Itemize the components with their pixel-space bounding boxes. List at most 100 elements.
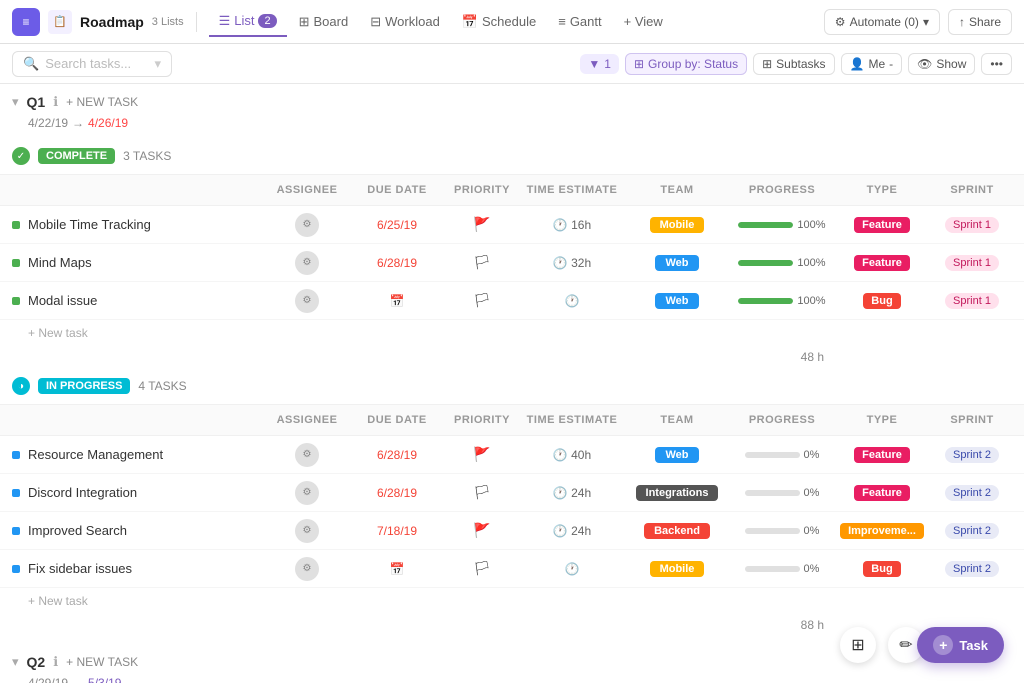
task-due-date: 7/18/19	[352, 524, 442, 538]
task-priority: 🏳	[442, 254, 522, 271]
progress-percent: 0%	[804, 525, 820, 537]
clock-icon: 🕐	[553, 448, 568, 462]
team-badge: Web	[655, 255, 698, 271]
task-progress: 100%	[732, 295, 832, 307]
progress-bar	[745, 452, 800, 458]
main-content: ▾ Q1 ℹ + NEW TASK 4/22/19 → 4/26/19 ✓ CO…	[0, 84, 1024, 683]
task-progress: 0%	[732, 525, 832, 537]
clock-icon: 🕐	[553, 524, 568, 538]
workload-icon: ⊟	[370, 14, 381, 30]
sprint-badge: Sprint 2	[945, 561, 999, 577]
show-icon: 👁	[917, 57, 932, 71]
col-headers-inprogress: ASSIGNEE DUE DATE PRIORITY TIME ESTIMATE…	[0, 404, 1024, 436]
table-row[interactable]: Modal issue ⚙ 📅 🏳 🕐 Web 100% Bug Sprint …	[0, 282, 1024, 320]
me-button[interactable]: 👤 Me -	[841, 53, 903, 75]
quarter-q1-add-task[interactable]: + NEW TASK	[66, 95, 138, 109]
task-name: Fix sidebar issues	[28, 561, 262, 576]
task-name: Modal issue	[28, 293, 262, 308]
me-dash: -	[889, 57, 893, 71]
nav-right: ⚙ Automate (0) ▾ ↑ Share	[824, 9, 1012, 35]
tab-list[interactable]: ☰ List 2	[209, 7, 287, 37]
sprint-badge: Sprint 1	[945, 293, 999, 309]
show-button[interactable]: 👁 Show	[908, 53, 975, 75]
quarter-q1-info-icon[interactable]: ℹ	[53, 94, 58, 110]
table-row[interactable]: Fix sidebar issues ⚙ 📅 🏳 🕐 Mobile 0% Bug…	[0, 550, 1024, 588]
sprint-badge: Sprint 2	[945, 485, 999, 501]
subtasks-button[interactable]: ⊞ Subtasks	[753, 53, 834, 75]
progress-bar	[745, 528, 800, 534]
task-priority: 🚩	[442, 216, 522, 233]
team-badge: Mobile	[650, 561, 705, 577]
add-task-complete[interactable]: + New task	[0, 320, 1024, 346]
automate-button[interactable]: ⚙ Automate (0) ▾	[824, 9, 940, 35]
col-header-team: TEAM	[622, 414, 732, 426]
col-header-type: TYPE	[832, 414, 932, 426]
task-dot	[12, 565, 20, 573]
quarter-q2-add-task[interactable]: + NEW TASK	[66, 655, 138, 669]
col-header-progress: PROGRESS	[732, 414, 832, 426]
automate-icon: ⚙	[835, 15, 846, 29]
tab-gantt[interactable]: ≡ Gantt	[548, 8, 611, 35]
col-header-priority: PRIORITY	[442, 184, 522, 196]
avatar: ⚙	[295, 213, 319, 237]
complete-total: 48 h	[0, 346, 1024, 368]
app-icon: 📋	[48, 10, 72, 34]
avatar: ⚙	[295, 481, 319, 505]
show-label: Show	[936, 57, 966, 71]
toolbar-right: ▼ 1 ⊞ Group by: Status ⊞ Subtasks 👤 Me -…	[580, 53, 1012, 75]
col-header-sprint: SPRINT	[932, 184, 1012, 196]
task-assignee: ⚙	[262, 481, 352, 505]
table-row[interactable]: Mind Maps ⚙ 6/28/19 🏳 🕐 32h Web 100% Fea…	[0, 244, 1024, 282]
task-type: Feature	[832, 446, 932, 463]
task-progress: 0%	[732, 449, 832, 461]
task-dot	[12, 527, 20, 535]
task-assignee: ⚙	[262, 443, 352, 467]
filter-icon: ▼	[588, 57, 600, 71]
top-nav: ≡ 📋 Roadmap 3 Lists ☰ List 2 ⊞ Board ⊟ W…	[0, 0, 1024, 44]
filter-badge[interactable]: ▼ 1	[580, 54, 619, 74]
avatar: ⚙	[295, 289, 319, 313]
status-header-complete: ✓ COMPLETE 3 TASKS	[0, 138, 1024, 174]
task-due-date: 📅	[352, 562, 442, 576]
task-type: Improveme...	[832, 522, 932, 539]
task-name: Discord Integration	[28, 485, 262, 500]
quarter-q1-collapse-icon[interactable]: ▾	[12, 94, 19, 110]
subtasks-label: Subtasks	[776, 57, 825, 71]
col-header-duedate: DUE DATE	[352, 184, 442, 196]
group-by-label: Group by: Status	[648, 57, 738, 71]
task-time-estimate: 🕐 24h	[522, 524, 622, 538]
share-button[interactable]: ↑ Share	[948, 9, 1012, 35]
task-team: Web	[622, 446, 732, 463]
apps-button[interactable]: ⊞	[840, 627, 876, 663]
avatar: ⚙	[295, 251, 319, 275]
more-button[interactable]: •••	[981, 53, 1012, 75]
tab-schedule[interactable]: 📅 Schedule	[452, 8, 546, 36]
table-row[interactable]: Improved Search ⚙ 7/18/19 🚩 🕐 24h Backen…	[0, 512, 1024, 550]
group-by-button[interactable]: ⊞ Group by: Status	[625, 53, 747, 75]
tab-workload[interactable]: ⊟ Workload	[360, 8, 450, 36]
table-row[interactable]: Resource Management ⚙ 6/28/19 🚩 🕐 40h We…	[0, 436, 1024, 474]
col-header-type: TYPE	[832, 184, 932, 196]
progress-percent: 0%	[804, 563, 820, 575]
tab-schedule-label: Schedule	[482, 14, 536, 29]
task-team: Mobile	[622, 216, 732, 233]
search-box[interactable]: 🔍 Search tasks... ▾	[12, 51, 172, 77]
table-row[interactable]: Mobile Time Tracking ⚙ 6/25/19 🚩 🕐 16h M…	[0, 206, 1024, 244]
emoji-icon: ✏	[899, 635, 912, 655]
create-task-fab[interactable]: + Task	[917, 627, 1004, 663]
quarter-q2-info-icon[interactable]: ℹ	[53, 654, 58, 670]
task-name: Improved Search	[28, 523, 262, 538]
add-task-inprogress[interactable]: + New task	[0, 588, 1024, 614]
quarter-q2-collapse-icon[interactable]: ▾	[12, 654, 19, 670]
tab-board[interactable]: ⊞ Board	[289, 8, 359, 36]
task-due-date: 📅	[352, 294, 442, 308]
task-due-date: 6/28/19	[352, 448, 442, 462]
task-progress: 0%	[732, 563, 832, 575]
progress-percent: 0%	[804, 449, 820, 461]
table-row[interactable]: Discord Integration ⚙ 6/28/19 🏳 🕐 24h In…	[0, 474, 1024, 512]
task-name: Resource Management	[28, 447, 262, 462]
tab-view-add[interactable]: + View	[614, 8, 673, 35]
quarter-q2-label: Q2	[27, 654, 46, 670]
fab-label: Task	[959, 638, 988, 653]
total-label: 48 h	[801, 350, 824, 364]
